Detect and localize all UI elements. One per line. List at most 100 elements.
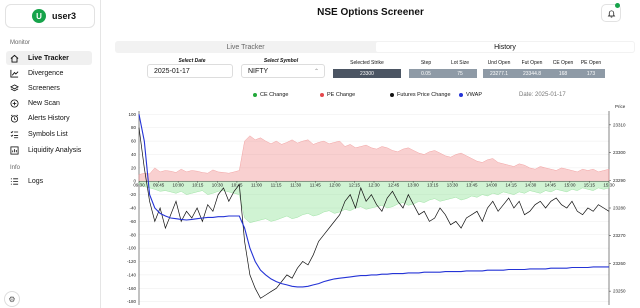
legend-dot <box>320 93 324 97</box>
y-tick-label: -180 <box>127 299 137 304</box>
x-tick-label: 12:00 <box>329 183 341 188</box>
y-tick-label: -140 <box>127 272 137 277</box>
chart-icon <box>10 145 19 155</box>
list-check-icon <box>10 130 19 139</box>
legend-ce-change[interactable]: CE Change <box>253 92 288 98</box>
lot-size-label: Lot Size <box>450 60 470 66</box>
y-tick-label: -60 <box>129 219 136 224</box>
lot-size-value: 75 <box>443 69 477 78</box>
x-tick-label: 15:15 <box>584 183 596 188</box>
y-tick-label: -120 <box>127 259 137 264</box>
y-right-tick-label: 23250 <box>613 289 626 294</box>
x-tick-label: 14:30 <box>525 183 537 188</box>
settings-gear-icon[interactable]: ⚙ <box>4 291 20 307</box>
x-tick-label: 14:45 <box>545 183 557 188</box>
chevron-updown-icon: ⌃ <box>313 69 319 75</box>
x-tick-label: 14:15 <box>505 183 517 188</box>
sidebar-item-divergence[interactable]: Divergence <box>6 66 92 80</box>
section-label-monitor: Monitor <box>10 40 31 46</box>
date-picker[interactable]: 2025-01-17 <box>147 64 233 78</box>
x-tick-label: 10:30 <box>212 183 224 188</box>
legend-label: PE Change <box>327 92 356 98</box>
user-name: user3 <box>52 11 77 21</box>
y-tick-label: -160 <box>127 286 137 291</box>
legend-vwap[interactable]: VWAP <box>459 92 482 98</box>
x-tick-label: 09:30 <box>133 183 145 188</box>
list-icon <box>10 177 19 186</box>
sidebar-item-label: New Scan <box>28 99 60 107</box>
legend-pe-change[interactable]: PE Change <box>320 92 355 98</box>
notification-dot <box>615 3 620 8</box>
legend-dot <box>253 93 257 97</box>
y-right-tick-label: 23290 <box>613 178 626 183</box>
home-icon <box>10 54 19 63</box>
fut-open-value: 23344.8 <box>515 69 549 78</box>
sidebar-item-label: Divergence <box>28 69 64 77</box>
view-tabs: Live Tracker History <box>115 41 635 53</box>
x-tick-label: 15:30 <box>603 183 615 188</box>
y-tick-label: -20 <box>129 192 136 197</box>
x-tick-label: 11:45 <box>310 183 321 188</box>
sidebar-item-symbols-list[interactable]: Symbols List <box>6 127 92 141</box>
legend-futures-price-change[interactable]: Futures Price Change <box>390 92 451 98</box>
x-tick-label: 13:30 <box>447 183 459 188</box>
x-tick-label: 10:15 <box>192 183 204 188</box>
x-tick-label: 13:15 <box>427 183 439 188</box>
legend-label: CE Change <box>260 92 289 98</box>
sidebar-item-alerts-history[interactable]: Alerts History <box>6 111 92 125</box>
tab-history[interactable]: History <box>376 42 634 52</box>
x-tick-label: 11:30 <box>290 183 301 188</box>
y-tick-label: 100 <box>128 112 136 117</box>
user-card[interactable]: U user3 <box>5 4 95 28</box>
pe-change-area <box>138 135 610 182</box>
und-open-label: Und Open <box>487 60 511 66</box>
sidebar-item-label: Live Tracker <box>28 54 69 62</box>
y-right-tick-label: 23280 <box>613 206 626 211</box>
sidebar-item-label: Symbols List <box>28 130 68 138</box>
avatar: U <box>32 9 46 23</box>
y-right-axis-label: Price <box>615 104 626 109</box>
tab-live-tracker[interactable]: Live Tracker <box>116 42 375 52</box>
alarm-icon <box>10 114 19 123</box>
symbol-select[interactable]: NIFTY ⌃ <box>241 64 325 78</box>
x-tick-label: 14:00 <box>486 183 498 188</box>
y-tick-label: -100 <box>127 246 137 251</box>
y-tick-label: 20 <box>131 165 137 170</box>
y-tick-label: 80 <box>131 125 137 130</box>
legend-label: VWAP <box>466 92 482 98</box>
symbol-value: NIFTY <box>248 67 269 75</box>
sidebar-item-live-tracker[interactable]: Live Tracker <box>6 51 92 65</box>
x-tick-label: 12:45 <box>388 183 400 188</box>
main-content: NSE Options Screener Live Tracker Histor… <box>101 0 640 308</box>
step-value: 0.05 <box>409 69 443 78</box>
sidebar-item-logs[interactable]: Logs <box>6 174 92 188</box>
sidebar-item-liquidity-analysis[interactable]: Liquidity Analysis <box>6 143 92 157</box>
plus-circle-icon <box>10 98 19 108</box>
x-tick-label: 10:00 <box>173 183 185 188</box>
y-tick-label: -80 <box>129 232 136 237</box>
options-chart[interactable]: 100806040200-20-40-60-80-100-120-140-160… <box>111 101 640 308</box>
y-tick-label: -40 <box>129 206 136 211</box>
sidebar-item-label: Screeners <box>28 84 60 92</box>
sidebar-item-label: Logs <box>28 177 44 185</box>
fut-open-label: Fut Open <box>521 60 543 66</box>
sidebar: U user3 Monitor Live Tracker Divergence … <box>0 0 101 308</box>
pe-open-label: PE Open <box>580 60 602 66</box>
y-right-tick-label: 23310 <box>613 122 626 127</box>
sidebar-item-label: Alerts History <box>28 114 70 122</box>
legend-dot <box>459 93 463 97</box>
y-right-tick-label: 23300 <box>613 150 626 155</box>
chart-date-note: Date: 2025-01-17 <box>519 92 566 98</box>
sidebar-item-new-scan[interactable]: New Scan <box>6 96 92 110</box>
layers-icon <box>10 83 19 93</box>
legend-dot <box>390 93 394 97</box>
sidebar-item-screeners[interactable]: Screeners <box>6 81 92 95</box>
ce-open-label: CE Open <box>552 60 574 66</box>
ce-open-value: 168 <box>549 69 577 78</box>
y-tick-label: 60 <box>131 139 137 144</box>
page-title: NSE Options Screener <box>317 7 424 18</box>
selected-strike-label: Selected Strike <box>350 60 384 66</box>
x-tick-label: 11:00 <box>251 183 262 188</box>
x-tick-label: 11:15 <box>271 183 282 188</box>
x-tick-label: 13:00 <box>408 183 420 188</box>
